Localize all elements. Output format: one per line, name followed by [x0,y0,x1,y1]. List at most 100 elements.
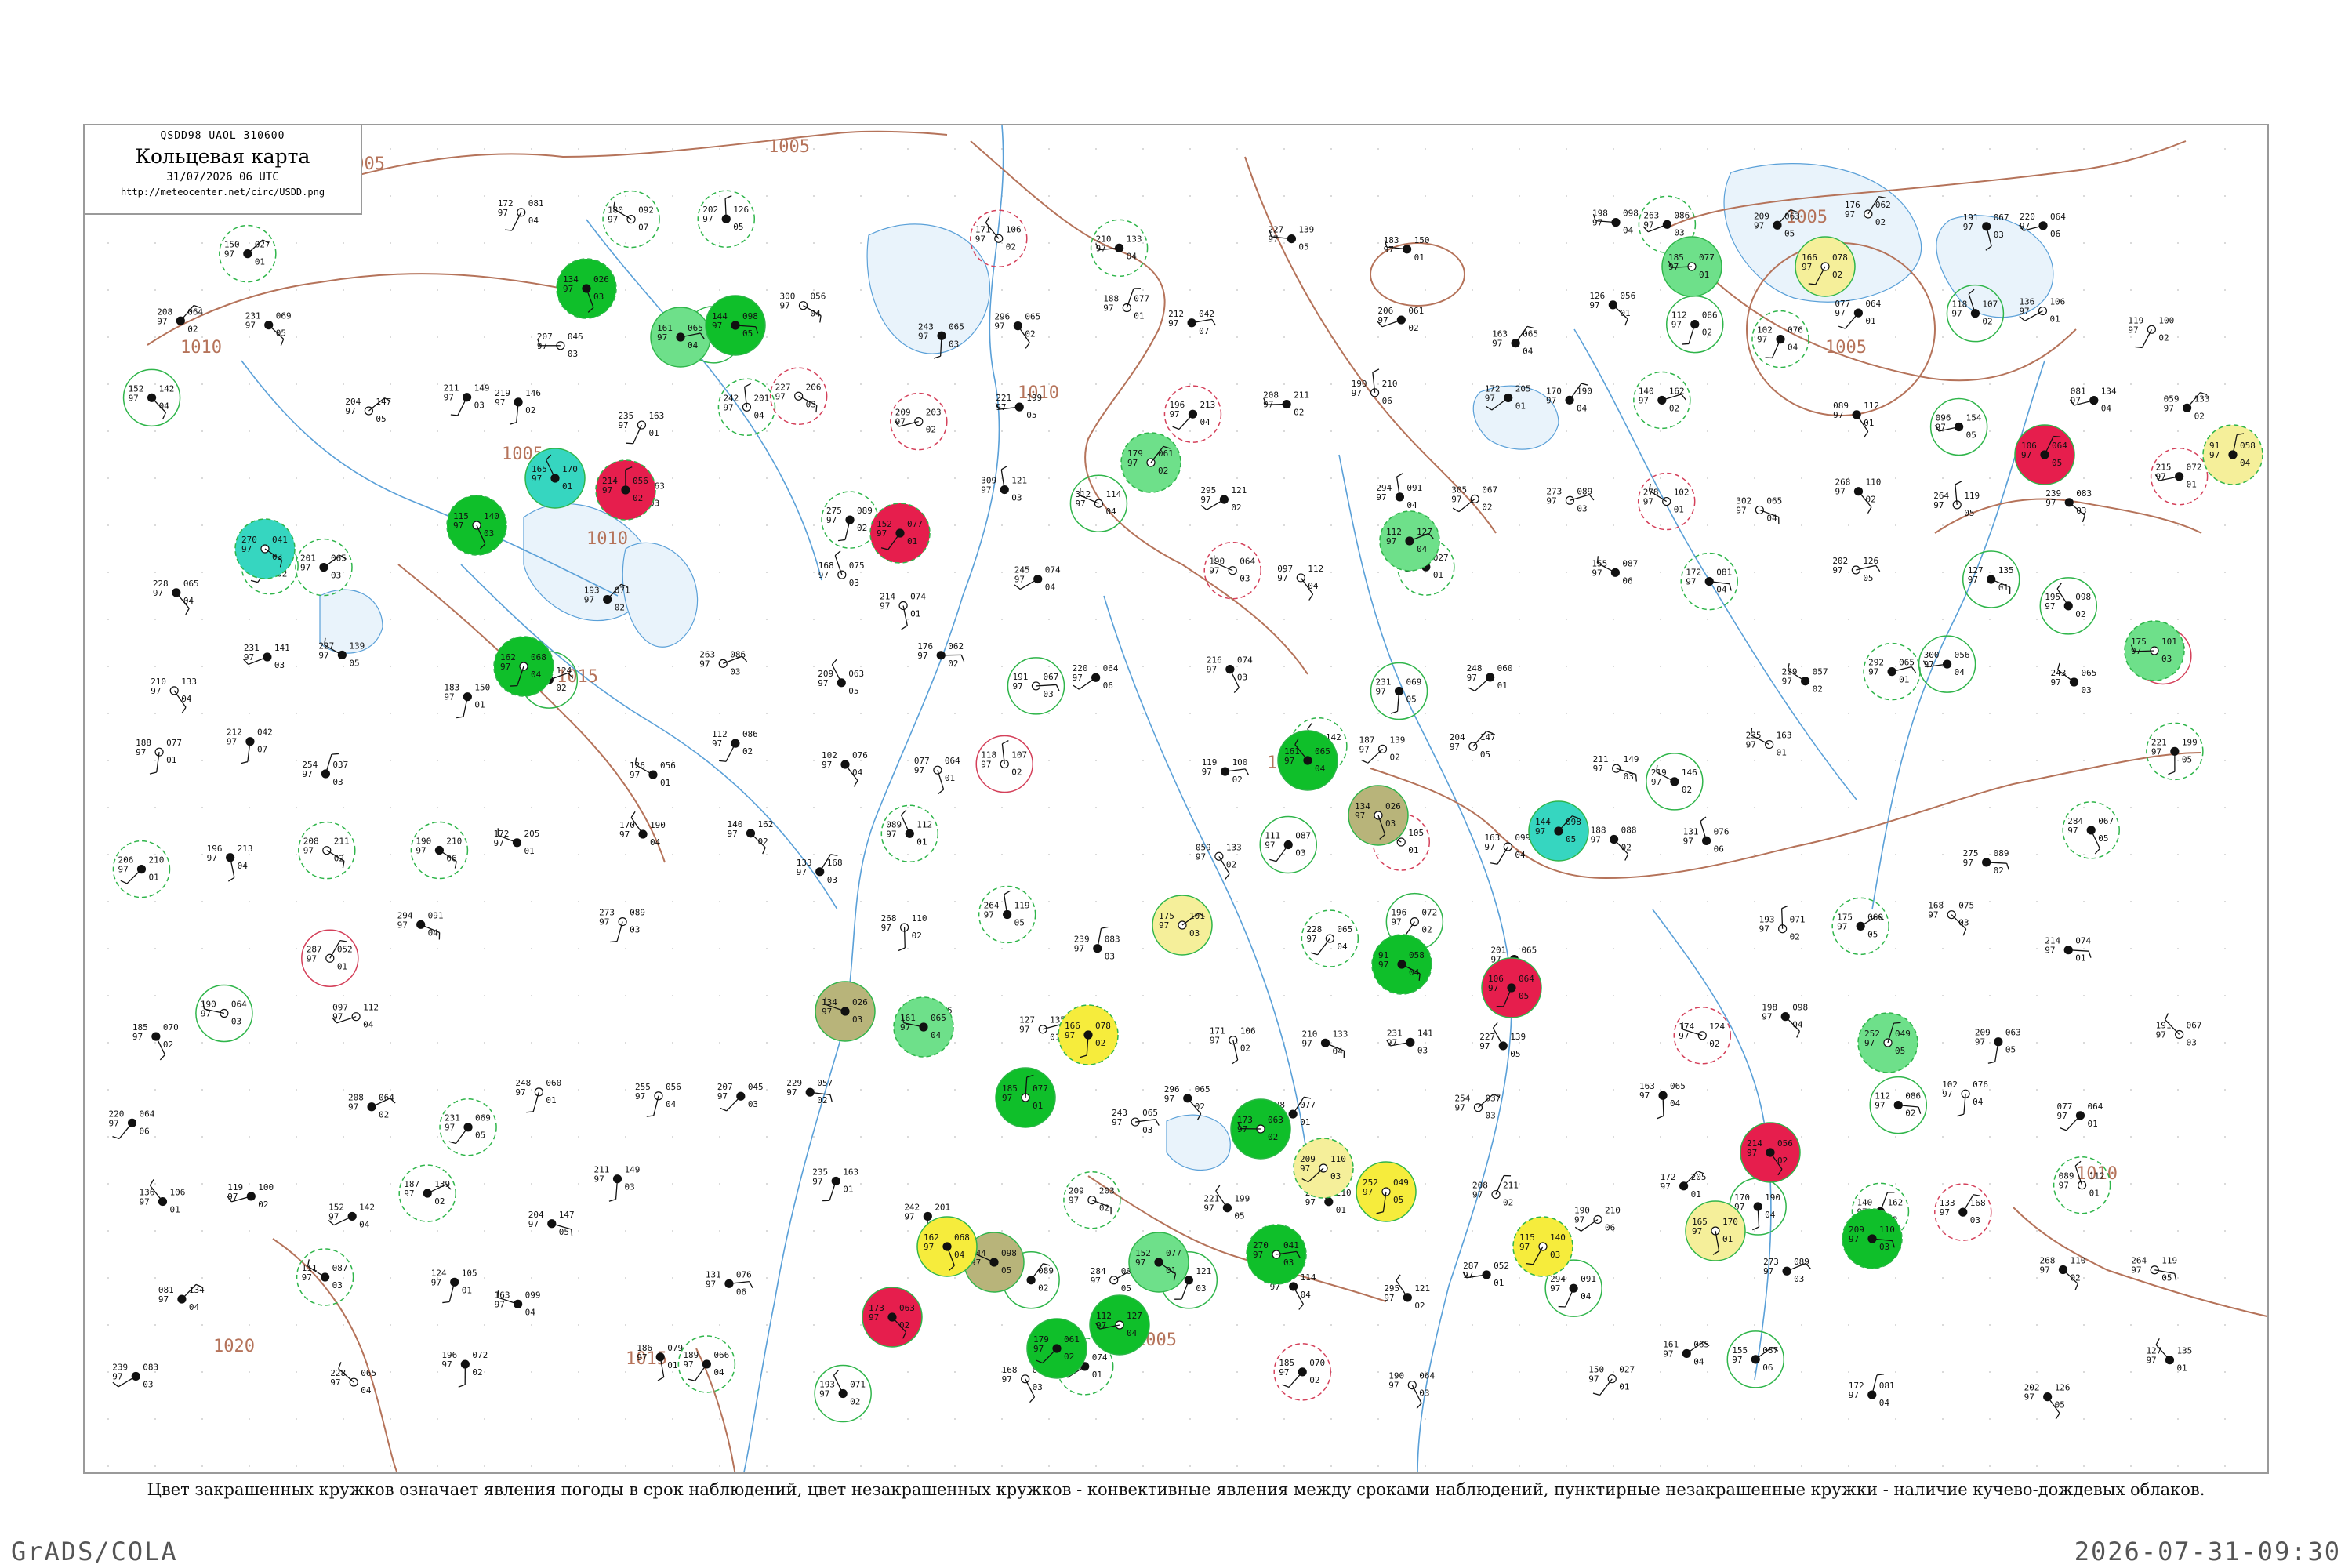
tendency-value: 02 [434,1196,445,1207]
pressure-value: 170 [1722,1217,1738,1227]
station-dot [2175,472,2184,481]
dewpoint-value: 97 [1933,500,1944,510]
tendency-value: 06 [1103,681,1113,691]
station-plot: 214 0560297 [595,459,656,521]
pressure-value: 100 [258,1182,274,1192]
pressure-value: 064 [140,1109,155,1119]
dewpoint-value: 97 [224,249,234,260]
dewpoint-value: 97 [207,853,217,863]
pressure-value: 069 [1406,677,1422,688]
pressure-value: 139 [1390,735,1406,745]
tendency-value: 03 [1043,689,1053,699]
pressure-value: 063 [899,1303,915,1313]
pressure-value: 163 [648,411,664,421]
station-plot: 161 0650497 [893,996,954,1058]
pressure-value: 069 [475,1113,491,1123]
dewpoint-value: 97 [1065,1030,1075,1040]
tendency-value: 03 [1958,918,1969,928]
wind-barb-feather [815,405,818,413]
pressure-value: 162 [1887,1197,1903,1207]
pressure-value: 056 [633,476,648,486]
pressure-value: 114 [1301,1272,1316,1283]
dewpoint-value: 97 [2024,1392,2034,1403]
tendency-value: 04 [1515,850,1526,860]
pressure-value: 072 [2187,463,2202,473]
wind-barb [903,927,906,949]
pressure-value: 071 [850,1380,866,1390]
dewpoint-value: 97 [1202,767,1212,777]
tendency-value: 01 [945,773,955,783]
pressure-value: 086 [1905,1091,1921,1102]
dewpoint-value: 97 [1112,1117,1122,1127]
pressure-value: 099 [525,1290,541,1300]
tendency-value: 04 [688,340,699,350]
pressure-value: 075 [1958,901,1974,911]
dewpoint-value: 97 [1488,983,1498,993]
pressure-value: 168 [1970,1198,1986,1208]
tendency-value: 04 [931,1030,942,1040]
tendency-value: 04 [1337,942,1348,952]
dewpoint-value: 97 [1263,400,1273,410]
pressure-value: 064 [1419,1371,1435,1381]
pressure-value: 065 [1766,495,1782,506]
isobar-label: 1005 [768,137,810,157]
tendency-value: 03 [568,349,578,359]
tendency-value: 02 [1709,1039,1719,1049]
dewpoint-value: 97 [302,769,312,779]
pressure-value: 105 [462,1268,477,1278]
pressure-value: 026 [593,274,609,285]
tendency-value: 05 [1121,1283,1131,1294]
dewpoint-value: 97 [1593,764,1603,774]
dewpoint-value: 97 [1835,308,1845,318]
tendency-value: 02 [2158,332,2169,343]
tendency-value: 03 [1624,771,1634,782]
station-dot [1565,495,1575,505]
pressure-value: 154 [1966,412,1982,423]
pressure-value: 091 [1581,1274,1596,1284]
pressure-value: 086 [742,729,758,739]
dewpoint-value: 97 [1736,505,1746,515]
dewpoint-value: 97 [201,1009,211,1019]
tendency-value: 03 [1879,1242,1889,1252]
dewpoint-value: 97 [1472,1190,1483,1200]
tendency-value: 02 [1621,843,1632,853]
pressure-value: 081 [1879,1381,1895,1391]
dewpoint-value: 97 [657,332,667,343]
pressure-value: 086 [730,649,746,659]
dewpoint-value: 97 [151,686,161,696]
pressure-value: 026 [852,997,868,1007]
tendency-value: 04 [1765,1210,1776,1220]
tendency-value: 05 [475,1131,485,1141]
dewpoint-value: 97 [1069,1196,1079,1206]
dewpoint-value: 97 [1196,851,1206,862]
pressure-value: 076 [1973,1080,1988,1090]
dewpoint-value: 97 [1686,577,1696,587]
dewpoint-value: 97 [1387,1037,1397,1047]
pressure-value: 121 [1196,1266,1211,1276]
station-plot: 91 0580497 [2202,424,2263,485]
tendency-value: 03 [1196,1283,1206,1294]
dewpoint-value: 97 [727,829,737,839]
dewpoint-value: 97 [537,341,547,351]
dewpoint-value: 97 [1485,393,1495,403]
dewpoint-value: 97 [812,1176,822,1186]
station-plot: 115 1400397 [1512,1216,1573,1277]
dewpoint-value: 97 [1164,1094,1174,1104]
pressure-value: 140 [484,511,499,521]
dewpoint-value: 97 [2156,1029,2166,1040]
pressure-value: 199 [1234,1194,1250,1204]
tendency-value: 02 [1865,495,1875,505]
dewpoint-value: 97 [2146,1356,2156,1366]
map-url[interactable]: http://meteocenter.net/circ/USDD.png [85,187,361,198]
dewpoint-value: 97 [1535,826,1545,837]
tendency-value: 03 [2161,654,2172,664]
pressure-value: 041 [1283,1240,1299,1250]
station-plot: 252 0490597 [1857,1012,1918,1073]
dewpoint-value: 97 [1762,1012,1772,1022]
dewpoint-value: 97 [818,678,828,688]
pressure-value: 064 [1865,299,1881,309]
tendency-value: 02 [1232,775,1243,785]
tendency-value: 02 [742,746,753,757]
tendency-value: 01 [1494,1278,1504,1288]
dewpoint-value: 97 [1591,835,1601,845]
